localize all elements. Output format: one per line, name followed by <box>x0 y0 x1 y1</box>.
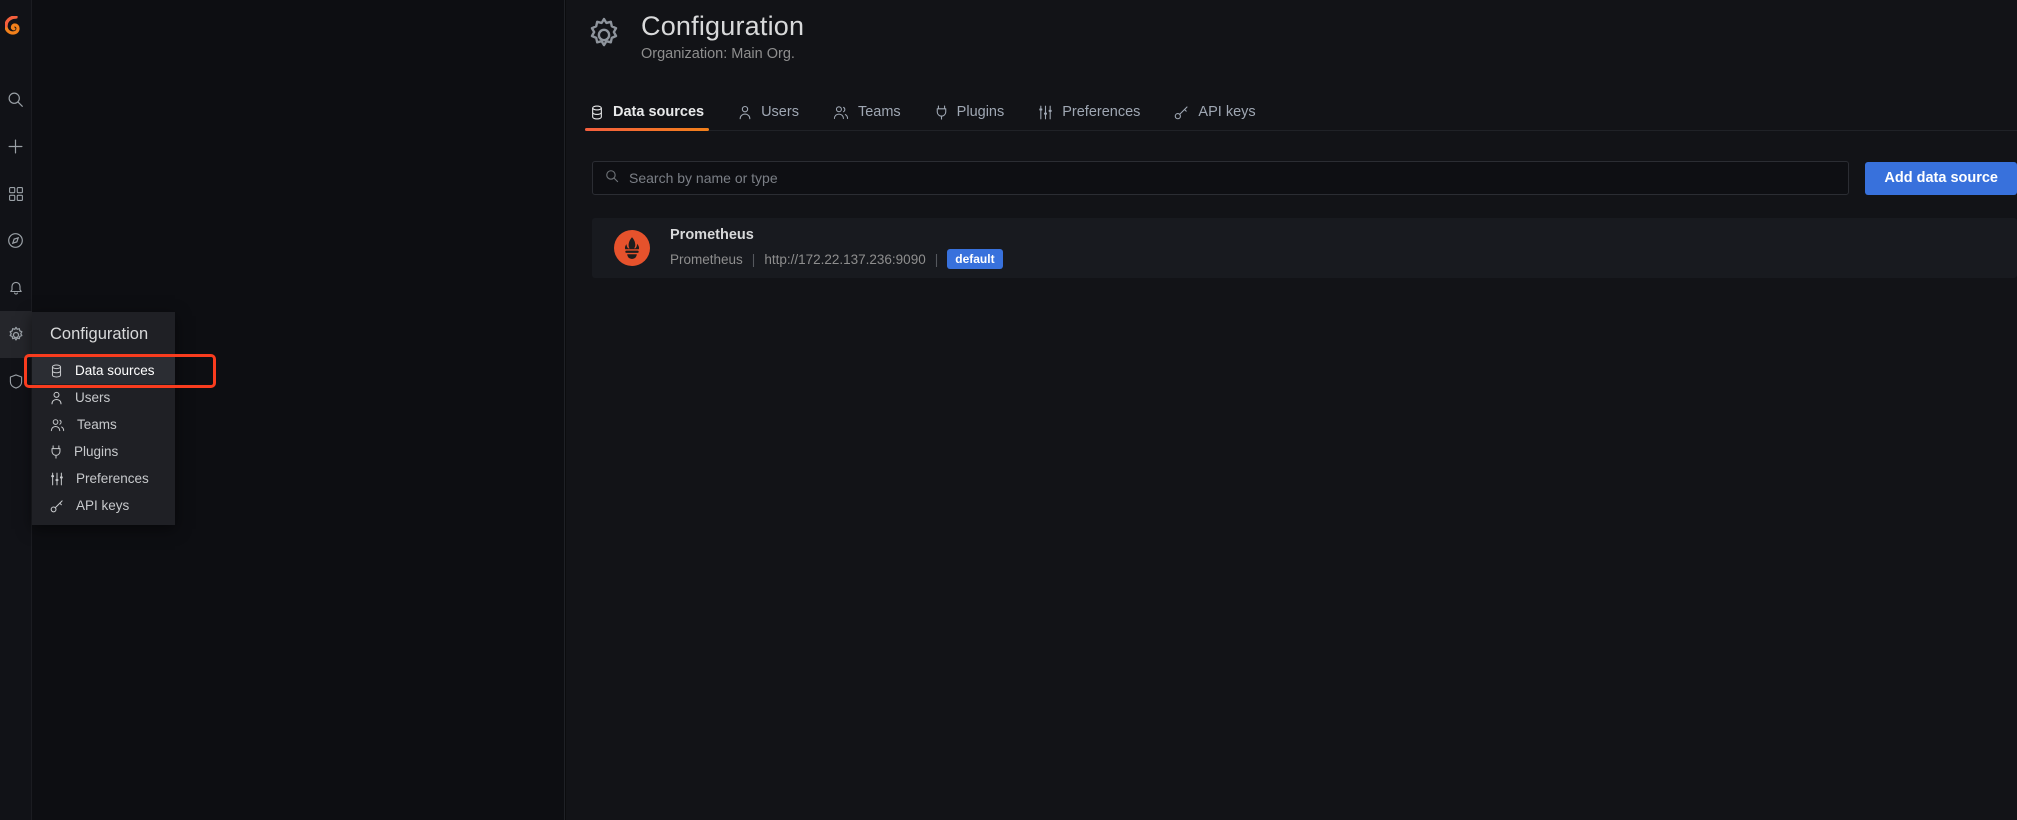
plug-icon <box>935 104 948 120</box>
menu-item-label: Preferences <box>76 471 149 486</box>
alerting-icon[interactable] <box>0 264 32 311</box>
configuration-dropdown-menu: Configuration Data sources Users Teams P… <box>32 312 175 525</box>
tab-users[interactable]: Users <box>721 104 816 130</box>
tab-label: Plugins <box>956 104 1005 120</box>
datasource-search-row: Search by name or type Add data source <box>592 160 2017 196</box>
tab-plugins[interactable]: Plugins <box>918 104 1022 130</box>
search-input[interactable]: Search by name or type <box>592 161 1850 195</box>
database-icon <box>50 364 63 378</box>
database-icon <box>590 105 604 120</box>
menu-item-preferences[interactable]: Preferences <box>32 465 175 492</box>
search-icon[interactable] <box>0 76 32 123</box>
menu-item-data-sources[interactable]: Data sources <box>32 357 175 384</box>
datasource-meta: Prometheus | http://172.22.137.236:9090 … <box>670 249 1003 269</box>
tab-teams[interactable]: Teams <box>816 104 918 130</box>
user-icon <box>50 391 63 405</box>
users-icon <box>833 105 849 120</box>
side-nav-rail <box>0 0 32 820</box>
datasource-type: Prometheus <box>670 251 743 267</box>
menu-item-label: Plugins <box>74 444 119 459</box>
search-placeholder: Search by name or type <box>629 170 778 186</box>
page-title: Configuration <box>641 11 805 41</box>
dashboards-icon[interactable] <box>0 170 32 217</box>
add-data-source-button[interactable]: Add data source <box>1865 161 2017 195</box>
plus-icon[interactable] <box>0 123 32 170</box>
datasource-url: http://172.22.137.236:9090 <box>764 251 926 267</box>
tab-label: Preferences <box>1062 104 1141 120</box>
page-subtitle: Organization: Main Org. <box>641 46 795 62</box>
sliders-icon <box>1038 105 1053 120</box>
prometheus-logo-icon <box>614 230 650 266</box>
tab-label: API keys <box>1198 104 1256 120</box>
gear-icon <box>585 16 623 59</box>
gear-icon[interactable] <box>0 311 32 358</box>
menu-item-label: Data sources <box>75 363 155 378</box>
plug-icon <box>50 444 62 459</box>
menu-item-api-keys[interactable]: API keys <box>32 492 175 519</box>
grafana-app-window: Configuration Organization: Main Org. Da… <box>0 0 2017 820</box>
dropdown-title: Configuration <box>50 325 149 343</box>
search-icon <box>605 169 619 188</box>
meta-separator: | <box>934 251 939 267</box>
page-header: Configuration Organization: Main Org. <box>585 10 804 62</box>
tab-label: Users <box>761 104 799 120</box>
key-icon <box>50 499 64 513</box>
tab-api-keys[interactable]: API keys <box>1157 104 1272 130</box>
user-icon <box>738 105 752 120</box>
explore-icon[interactable] <box>0 217 32 264</box>
sliders-icon <box>50 472 64 486</box>
tab-label: Data sources <box>613 104 705 120</box>
status-badge: default <box>947 249 1003 269</box>
tab-preferences[interactable]: Preferences <box>1021 104 1157 130</box>
menu-item-users[interactable]: Users <box>32 384 175 411</box>
key-icon <box>1174 105 1189 120</box>
menu-item-label: API keys <box>76 498 130 513</box>
shield-icon[interactable] <box>0 358 32 405</box>
users-icon <box>50 418 65 432</box>
meta-separator: | <box>751 251 756 267</box>
grafana-logo-icon[interactable] <box>0 0 32 46</box>
menu-item-label: Users <box>75 390 111 405</box>
menu-item-label: Teams <box>77 417 117 432</box>
datasource-list-item[interactable]: Prometheus Prometheus | http://172.22.13… <box>592 218 2017 278</box>
settings-tab-bar: Data sources Users Teams Plugins Prefere… <box>585 96 2017 131</box>
datasource-name: Prometheus <box>670 227 754 243</box>
menu-item-teams[interactable]: Teams <box>32 411 175 438</box>
menu-item-plugins[interactable]: Plugins <box>32 438 175 465</box>
tab-data-sources[interactable]: Data sources <box>585 104 721 131</box>
tab-label: Teams <box>857 104 901 120</box>
